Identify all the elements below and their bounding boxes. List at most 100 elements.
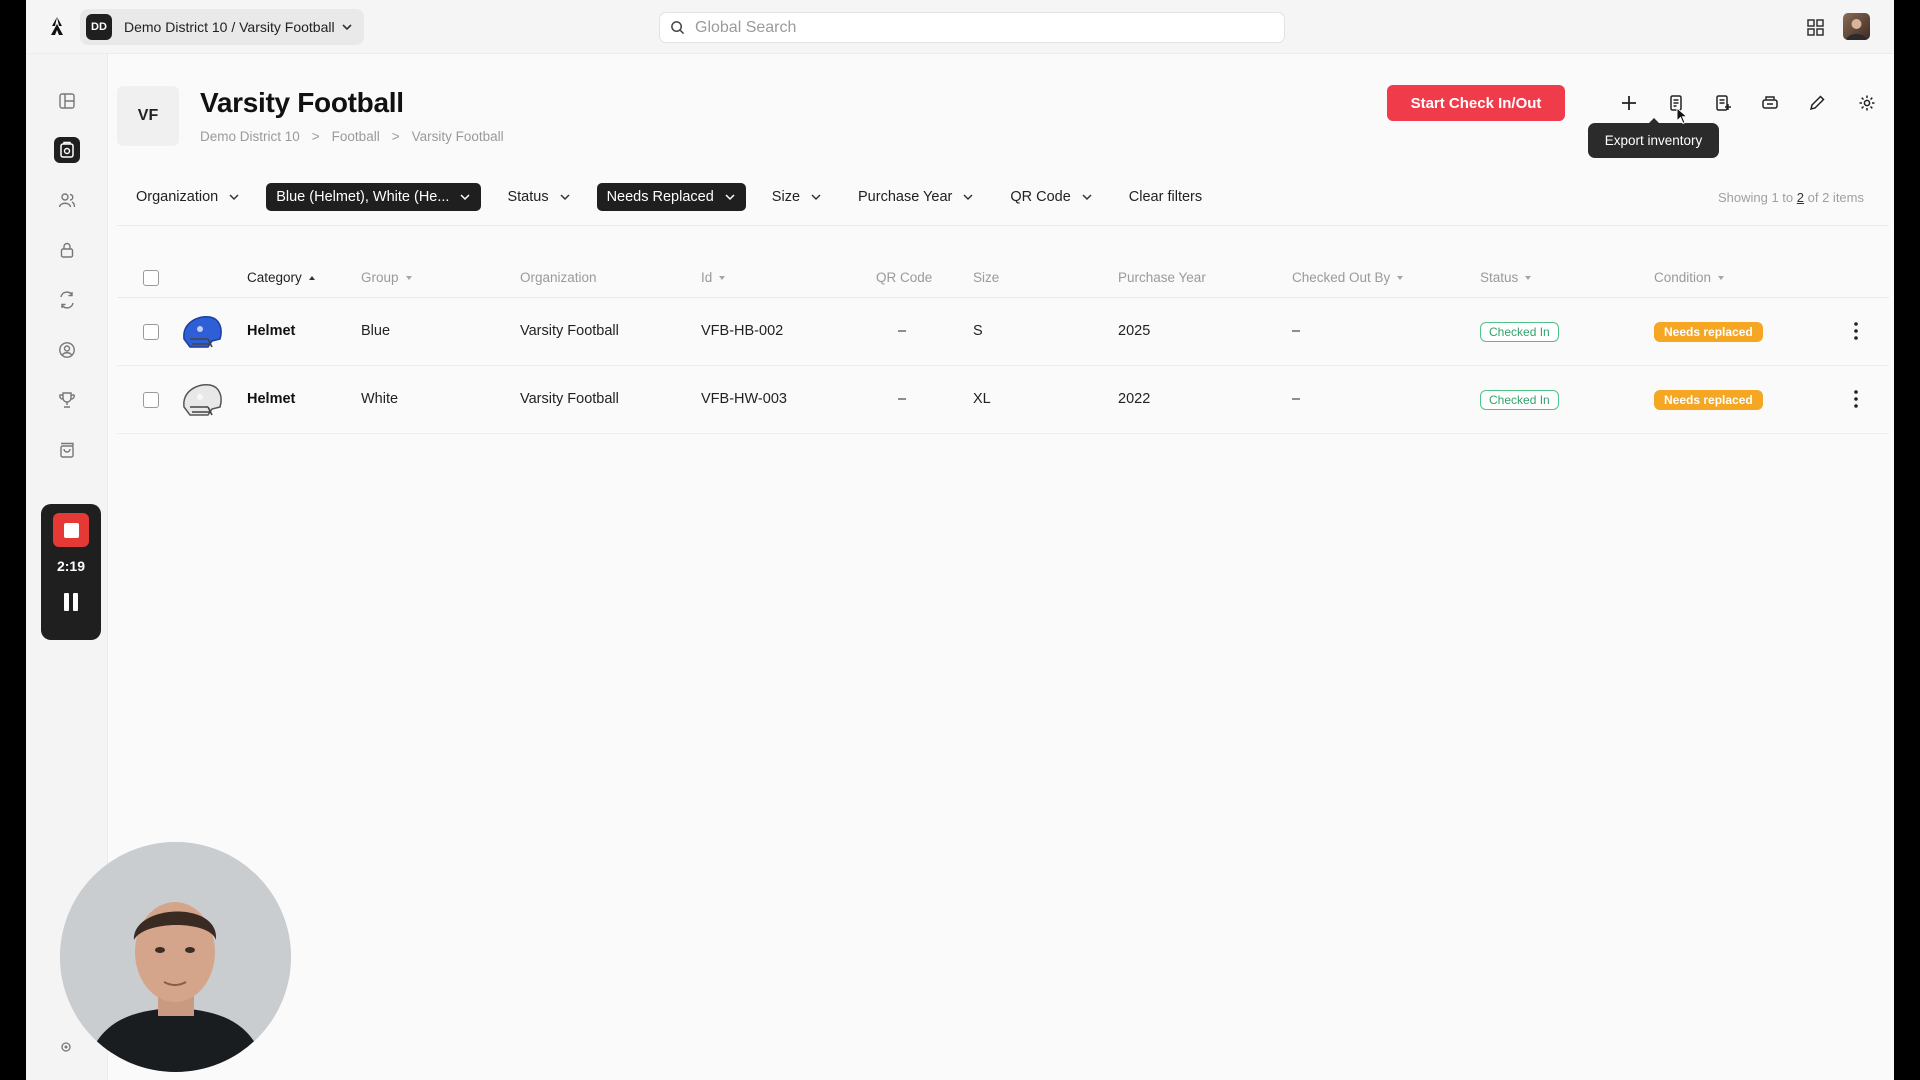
clear-filters-button[interactable]: Clear filters xyxy=(1125,183,1206,211)
showing-suffix: of 2 items xyxy=(1807,190,1864,205)
filter-dropdown-organization[interactable]: Organization xyxy=(126,183,250,211)
column-header-checked-out-by[interactable]: Checked Out By xyxy=(1292,270,1404,285)
filter-dropdown-purchase-year[interactable]: Purchase Year xyxy=(848,183,984,211)
column-header-status[interactable]: Status xyxy=(1480,270,1532,285)
showing-prefix: Showing 1 to xyxy=(1717,190,1794,205)
column-header-group[interactable]: Group xyxy=(361,270,412,285)
layout-icon xyxy=(59,93,75,109)
cell-id: VFB-HW-003 xyxy=(701,391,787,407)
pencil-icon xyxy=(1809,95,1825,111)
chevron-down-icon xyxy=(811,194,821,201)
filter-dropdown-blue-helmet-white-he[interactable]: Blue (Helmet), White (He... xyxy=(266,183,482,211)
page-title: Varsity Football xyxy=(200,87,404,118)
column-header-condition[interactable]: Condition xyxy=(1654,270,1725,285)
breadcrumb-item-district[interactable]: Demo District 10 xyxy=(200,129,300,144)
document-add-icon xyxy=(1716,95,1731,111)
sidebar-item-awards[interactable] xyxy=(54,387,80,413)
export-inventory-tooltip: Export inventory xyxy=(1588,118,1719,158)
top-bar: DD Demo District 10 / Varsity Football xyxy=(26,0,1894,54)
screen-recorder-widget: 2:19 xyxy=(41,504,101,640)
sidebar-item-dashboard[interactable] xyxy=(54,88,80,114)
org-initials-badge: DD xyxy=(86,14,112,40)
cell-id: VFB-HB-002 xyxy=(701,323,784,339)
users-icon xyxy=(58,193,76,208)
sidebar-item-store[interactable] xyxy=(54,437,80,463)
user-circle-icon xyxy=(59,342,75,358)
sidebar-item-people[interactable] xyxy=(54,187,80,213)
global-search[interactable] xyxy=(659,12,1285,43)
row-checkbox[interactable] xyxy=(143,324,159,340)
cell-purchase-year: 2025 xyxy=(1118,323,1151,339)
helmet-thumbnail-icon xyxy=(183,315,222,348)
app-logo-icon[interactable] xyxy=(46,15,68,37)
app-window: DD Demo District 10 / Varsity Football G… xyxy=(26,0,1894,1080)
apps-grid-icon[interactable] xyxy=(1807,19,1824,36)
chevron-down-icon xyxy=(342,24,352,31)
filter-dropdown-status[interactable]: Status xyxy=(497,183,580,211)
chevron-down-icon xyxy=(560,194,570,201)
cell-category[interactable]: Helmet xyxy=(247,323,295,339)
search-input[interactable] xyxy=(695,18,1255,37)
organization-switcher[interactable]: DD Demo District 10 / Varsity Football xyxy=(80,9,364,45)
add-item-button[interactable] xyxy=(1617,91,1641,115)
sidebar-item-inventory[interactable] xyxy=(54,137,80,163)
inventory-icon xyxy=(60,141,74,158)
breadcrumb-item-sport[interactable]: Football xyxy=(332,129,380,144)
cell-checked-out-by: – xyxy=(1292,323,1301,339)
divider xyxy=(117,225,1889,226)
filter-dropdown-qr-code[interactable]: QR Code xyxy=(1000,183,1102,211)
cell-purchase-year: 2022 xyxy=(1118,391,1151,407)
filter-dropdown-needs-replaced[interactable]: Needs Replaced xyxy=(596,183,746,211)
filter-label: Organization xyxy=(136,189,219,205)
shopping-bag-icon xyxy=(60,442,74,458)
import-inventory-button[interactable] xyxy=(1711,91,1735,115)
column-header-category[interactable]: Category xyxy=(247,270,315,285)
sort-icon xyxy=(1525,275,1532,280)
recording-timer: 2:19 xyxy=(56,558,86,574)
plus-icon xyxy=(1622,96,1636,110)
chevron-down-icon xyxy=(1082,194,1092,201)
showing-to[interactable]: 2 xyxy=(1797,190,1804,205)
table-body: Helmet Blue Varsity Football VFB-HB-002 – S 20… xyxy=(117,298,1889,434)
user-avatar[interactable] xyxy=(1843,13,1870,40)
sort-icon xyxy=(1718,275,1725,280)
pause-recording-button[interactable] xyxy=(63,593,79,611)
table-row[interactable]: Helmet White Varsity Football VFB-HW-003 – XL… xyxy=(117,366,1889,434)
settings-small-icon[interactable] xyxy=(59,1040,73,1054)
breadcrumb-separator: > xyxy=(391,129,400,144)
settings-button[interactable] xyxy=(1855,91,1879,115)
sidebar-item-transfers[interactable] xyxy=(54,287,80,313)
select-all-checkbox[interactable] xyxy=(143,270,159,286)
breadcrumb-item-team[interactable]: Varsity Football xyxy=(412,129,504,144)
presenter-video-icon xyxy=(60,842,291,1072)
print-labels-button[interactable] xyxy=(1758,91,1782,115)
team-avatar: VF xyxy=(117,86,179,146)
row-checkbox[interactable] xyxy=(143,392,159,408)
column-header-id[interactable]: Id xyxy=(701,270,726,285)
chevron-down-icon xyxy=(229,194,239,201)
table-header: Category Group Organization Id QR Code S… xyxy=(117,258,1889,298)
filter-label: Status xyxy=(507,189,549,205)
start-check-in-out-button[interactable]: Start Check In/Out xyxy=(1387,85,1565,121)
cell-qr-code: – xyxy=(898,391,907,407)
gear-icon xyxy=(1859,95,1875,111)
column-header-size: Size xyxy=(973,270,1000,285)
sidebar-item-profile[interactable] xyxy=(54,337,80,363)
filter-dropdown-size[interactable]: Size xyxy=(762,183,832,211)
filter-label: QR Code xyxy=(1010,189,1071,205)
edit-team-button[interactable] xyxy=(1805,91,1829,115)
stop-recording-button[interactable] xyxy=(53,513,89,547)
cell-category[interactable]: Helmet xyxy=(247,391,295,407)
chevron-down-icon xyxy=(725,194,735,201)
webcam-overlay xyxy=(60,842,291,1072)
more-options-icon[interactable] xyxy=(1848,388,1864,410)
sidebar-item-security[interactable] xyxy=(54,237,80,263)
cell-group: White xyxy=(361,391,399,407)
table-row[interactable]: Helmet Blue Varsity Football VFB-HB-002 – S 20… xyxy=(117,298,1889,366)
lock-icon xyxy=(60,242,74,258)
condition-badge: Needs replaced xyxy=(1654,322,1763,342)
condition-badge: Needs replaced xyxy=(1654,390,1763,410)
printer-icon xyxy=(1762,96,1778,109)
user-photo-icon xyxy=(1846,19,1867,40)
more-options-icon[interactable] xyxy=(1848,320,1864,342)
